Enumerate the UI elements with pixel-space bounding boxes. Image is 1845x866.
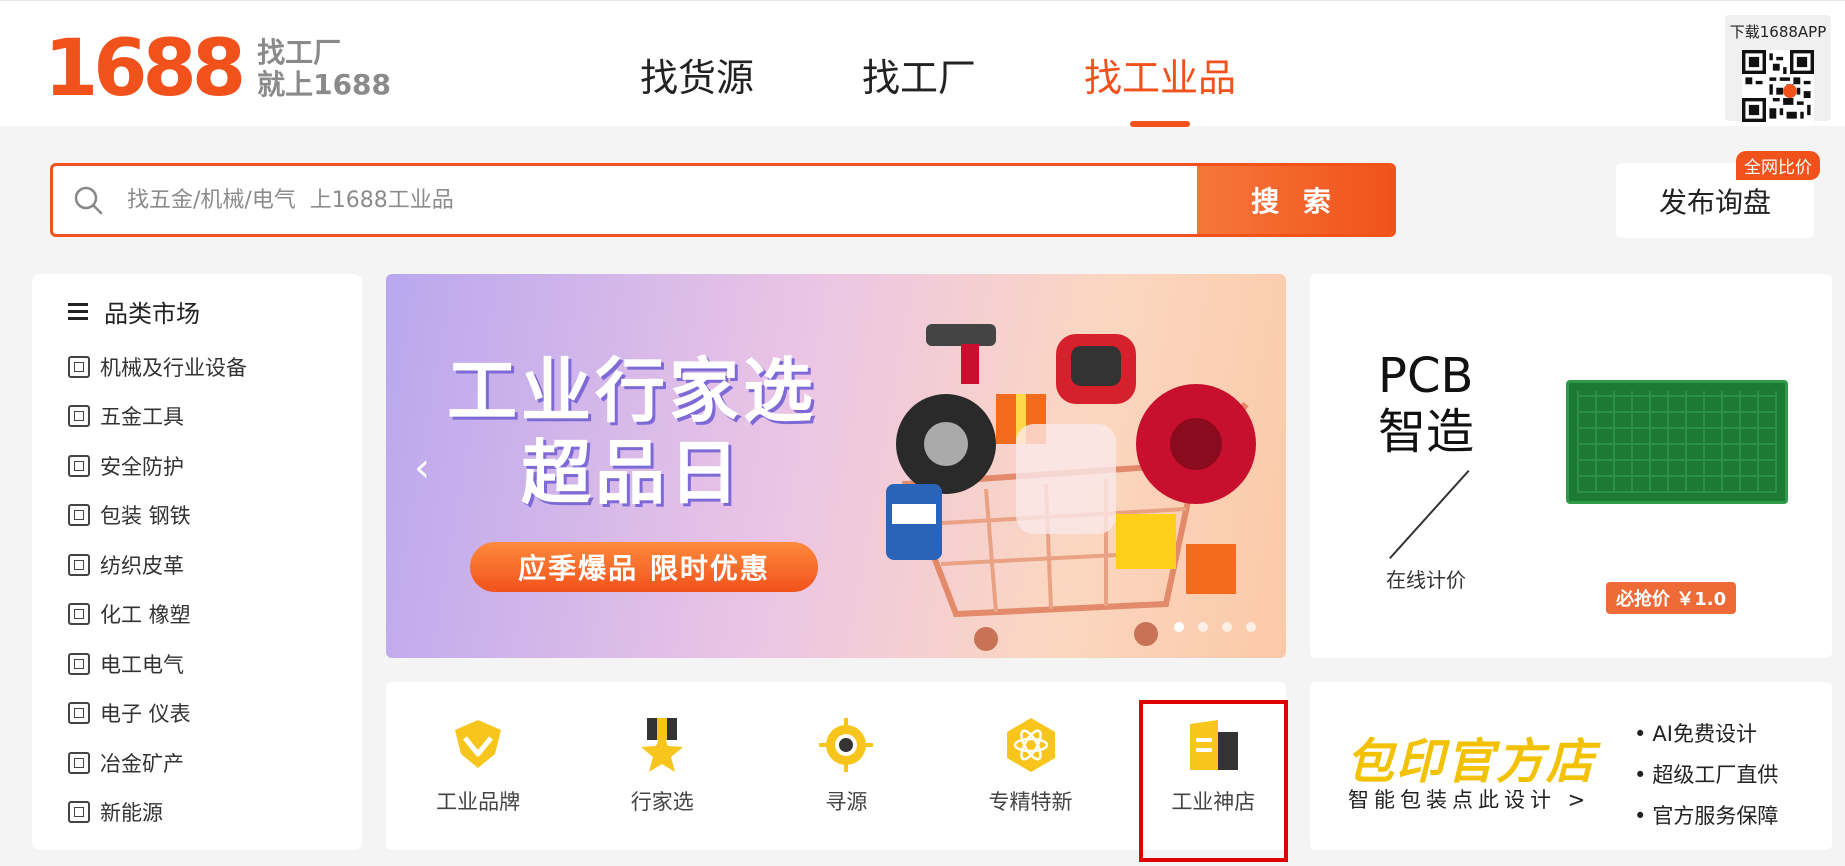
sidebar-item-label: 冶金矿产 [100, 751, 184, 776]
quick-link-brand[interactable]: 工业品牌 [386, 682, 570, 850]
textile-icon [68, 553, 90, 576]
slogan-line-2: 就上1688 [257, 68, 392, 101]
sidebar-item-label: 包装 钢铁 [100, 504, 191, 529]
category-sidebar: 品类市场 机械及行业设备 五金工具 安全防护 包装 钢铁 纺织皮革 化工 橡塑 … [32, 274, 362, 850]
logo-text: 1688 [44, 24, 246, 114]
feature-item: 官方服务保障 [1634, 796, 1778, 837]
quick-link-top-shops[interactable]: 工业神店 [1138, 700, 1289, 862]
sidebar-item-label: 化工 橡塑 [100, 603, 191, 628]
app-download-label: 下载1688APP [1729, 23, 1827, 41]
carousel-dot[interactable] [1222, 622, 1232, 632]
feature-item: 超级工厂直供 [1634, 755, 1778, 796]
banner-title: 工业行家选 超品日 [432, 350, 832, 514]
carousel-prev-icon[interactable]: ‹ [414, 448, 444, 488]
quick-link-label: 行家选 [630, 790, 694, 814]
machine-icon [68, 355, 90, 378]
quick-links: 工业品牌 行家选 寻源 专精特新 工业神店 [386, 682, 1289, 862]
circuit-board-image [1566, 380, 1788, 504]
sidebar-item-hardware[interactable]: 五金工具 [68, 392, 362, 442]
chip-icon [68, 702, 90, 725]
quick-link-sourcing[interactable]: 寻源 [754, 682, 938, 850]
energy-icon [68, 801, 90, 824]
pcb-title-line-1: PCB [1378, 348, 1474, 404]
safety-icon [68, 454, 90, 477]
shopping-cart-illustration [886, 324, 1256, 651]
pcb-promo-card[interactable]: PCB 智造 在线计价 必抢价 ￥1.0 [1310, 274, 1832, 658]
carousel-dot[interactable] [1246, 622, 1256, 632]
banner-promo-pill: 应季爆品 限时优惠 [470, 542, 818, 592]
sidebar-item-textile[interactable]: 纺织皮革 [68, 540, 362, 590]
packaging-title: 包印官方店 [1346, 734, 1597, 790]
quick-link-label: 专精特新 [988, 790, 1073, 814]
price-tag: 必抢价 ￥1.0 [1606, 582, 1737, 614]
category-title: 品类市场 [104, 299, 200, 328]
mining-icon [68, 751, 90, 774]
pcb-subtitle: 在线计价 [1386, 568, 1466, 592]
quick-link-label: 工业品牌 [436, 790, 521, 814]
packaging-design-link[interactable]: 智能包装点此设计 > [1348, 784, 1590, 814]
pcb-title: PCB 智造 [1378, 348, 1474, 460]
slogan-line-1: 找工厂 [257, 36, 342, 69]
sidebar-item-label: 五金工具 [100, 405, 184, 430]
carousel-dot[interactable] [1198, 622, 1208, 632]
sidebar-item-label: 安全防护 [100, 454, 184, 479]
sidebar-item-label: 电子 仪表 [100, 702, 191, 727]
target-icon [819, 718, 874, 772]
search-icon [53, 166, 123, 234]
carousel-dots [1160, 622, 1256, 632]
search-input[interactable] [123, 166, 1197, 234]
chemical-icon [68, 603, 90, 626]
quick-link-expert-picks[interactable]: 行家选 [570, 682, 754, 850]
sidebar-item-electronics[interactable]: 电子 仪表 [68, 689, 362, 739]
nav-tab-industrial[interactable]: 找工业品 [1084, 53, 1236, 127]
category-header[interactable]: 品类市场 [68, 296, 362, 328]
logo-slogan: 找工厂 就上1688 [257, 37, 391, 101]
promo-banner[interactable]: 工业行家选 超品日 应季爆品 限时优惠 ‹ [386, 274, 1286, 658]
shop-icon [1190, 720, 1239, 770]
sidebar-item-label: 新能源 [100, 801, 163, 826]
top-header: 1688 找工厂 就上1688 找货源 找工厂 找工业品 下载1688APP [0, 0, 1845, 126]
nav-tab-factory[interactable]: 找工厂 [862, 53, 976, 127]
search-button[interactable]: 搜 索 [1197, 166, 1393, 234]
price-compare-badge: 全网比价 [1736, 151, 1820, 180]
banner-title-line-2: 超品日 [521, 432, 743, 514]
quick-link-label: 寻源 [825, 790, 868, 814]
sidebar-item-metallurgy[interactable]: 冶金矿产 [68, 738, 362, 788]
hardware-icon [68, 405, 90, 428]
decorative-divider [1389, 470, 1470, 560]
sidebar-item-safety[interactable]: 安全防护 [68, 441, 362, 491]
brand-badge-icon [455, 720, 502, 768]
package-icon [68, 504, 90, 527]
atom-icon [1006, 718, 1055, 772]
sidebar-item-packaging-steel[interactable]: 包装 钢铁 [68, 491, 362, 541]
sidebar-item-machinery[interactable]: 机械及行业设备 [68, 342, 362, 392]
sidebar-item-label: 机械及行业设备 [100, 355, 247, 380]
qr-code-icon [1742, 50, 1814, 122]
star-medal-icon [641, 718, 684, 772]
pcb-title-line-2: 智造 [1378, 404, 1475, 460]
carousel-dot[interactable] [1174, 622, 1184, 632]
app-download[interactable]: 下载1688APP [1725, 15, 1831, 122]
post-inquiry-label: 发布询盘 [1658, 185, 1771, 219]
sidebar-item-label: 电工电气 [100, 652, 184, 677]
banner-title-line-1: 工业行家选 [447, 350, 817, 432]
post-inquiry-button[interactable]: 发布询盘 全网比价 [1616, 151, 1820, 238]
packaging-feature-list: AI免费设计 超级工厂直供 官方服务保障 [1634, 714, 1778, 837]
packaging-store-card[interactable]: 包印官方店 智能包装点此设计 > AI免费设计 超级工厂直供 官方服务保障 [1310, 682, 1832, 850]
quick-link-specialized[interactable]: 专精特新 [938, 682, 1122, 850]
sidebar-item-electrical[interactable]: 电工电气 [68, 639, 362, 689]
sidebar-item-chemical[interactable]: 化工 橡塑 [68, 590, 362, 640]
site-logo[interactable]: 1688 找工厂 就上1688 [44, 29, 391, 109]
quick-link-label: 工业神店 [1171, 790, 1256, 814]
sidebar-item-new-energy[interactable]: 新能源 [68, 788, 362, 838]
search-bar: 搜 索 [50, 163, 1396, 237]
sidebar-item-label: 纺织皮革 [100, 553, 184, 578]
nav-tab-sourcing[interactable]: 找货源 [640, 53, 754, 127]
menu-icon [68, 299, 88, 324]
feature-item: AI免费设计 [1634, 714, 1778, 755]
top-nav: 找货源 找工厂 找工业品 [640, 53, 1344, 127]
electric-icon [68, 652, 90, 675]
